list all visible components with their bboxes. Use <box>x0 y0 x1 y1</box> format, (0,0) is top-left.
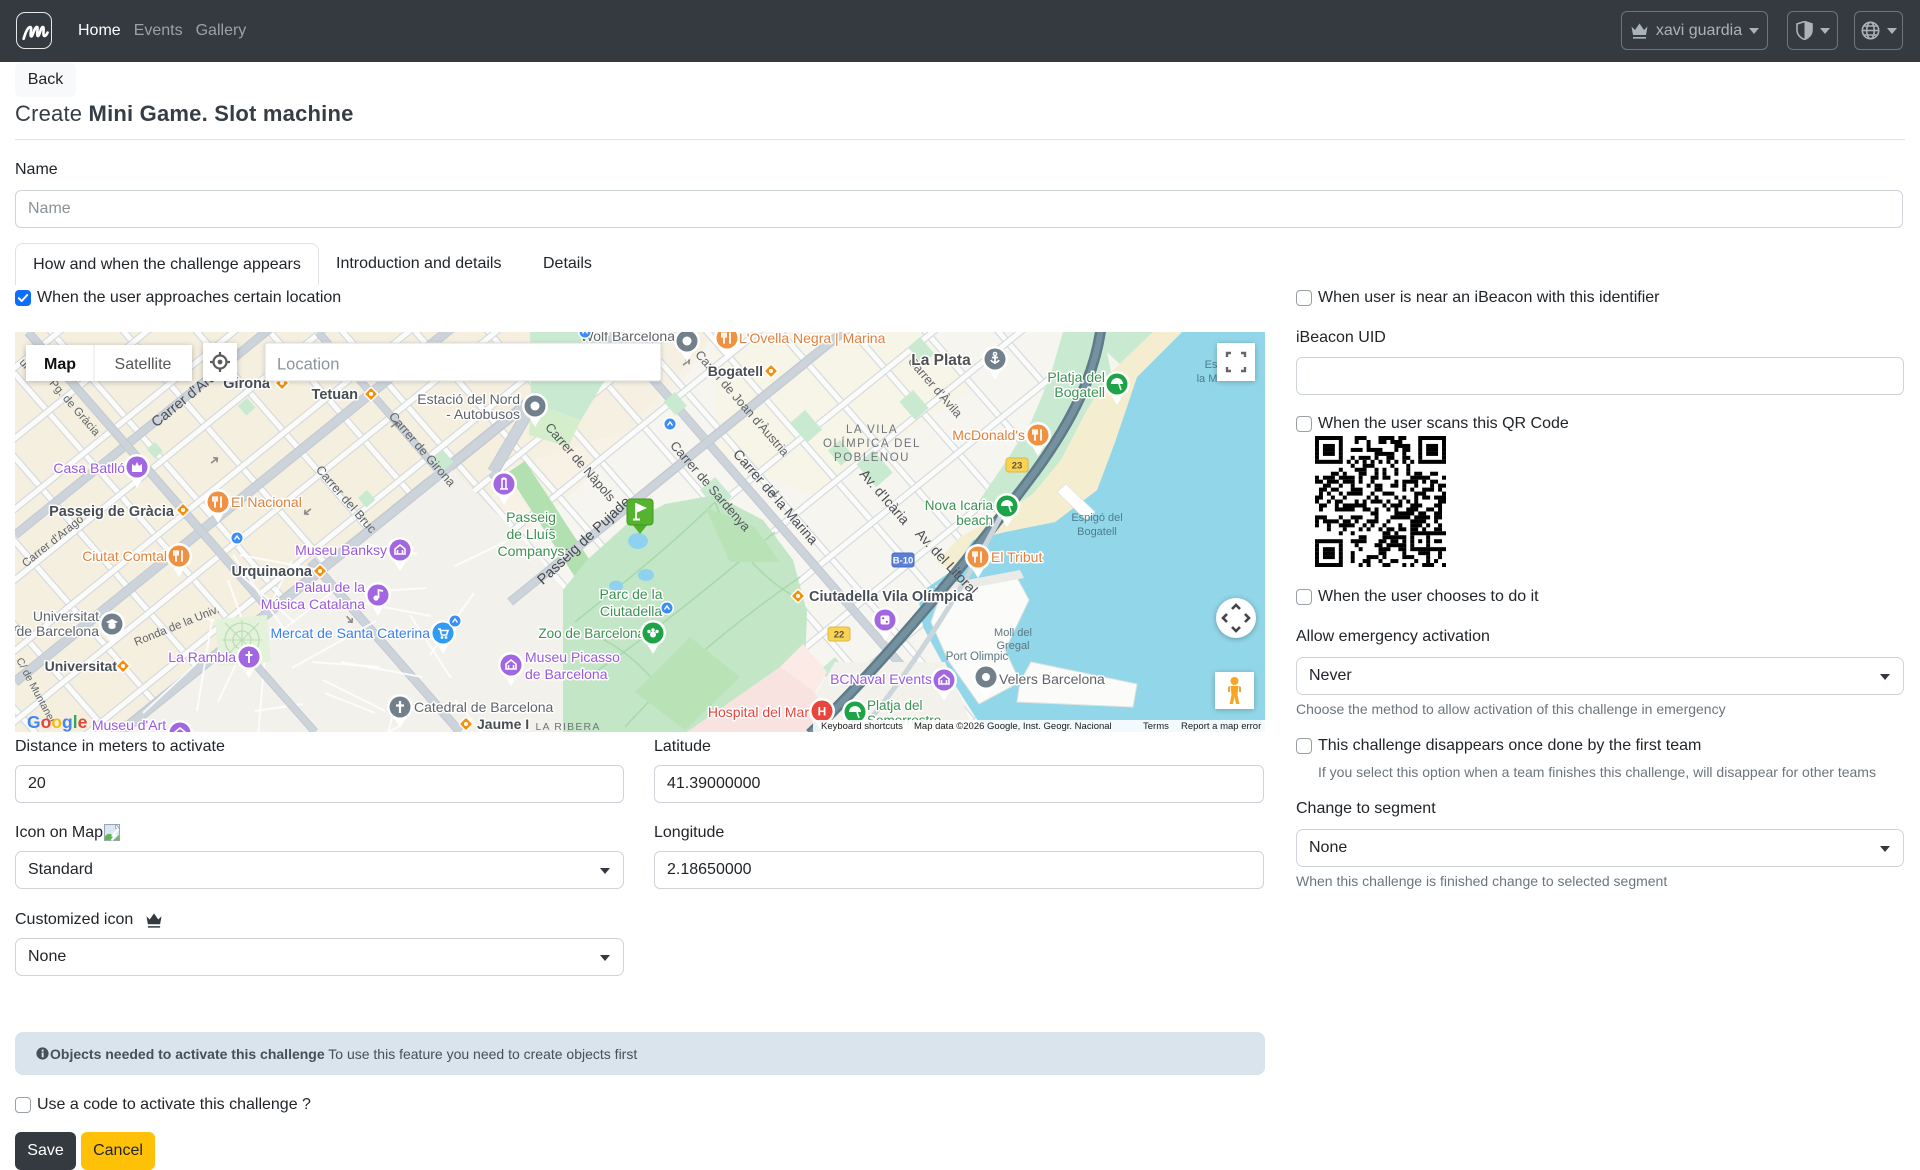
svg-text:Palau de la: Palau de la <box>295 579 365 595</box>
svg-text:Satellite: Satellite <box>115 356 172 373</box>
svg-text:Passeig de Gràcia: Passeig de Gràcia <box>49 504 175 520</box>
svg-text:Location: Location <box>277 356 339 374</box>
svg-text:Casa Batlló: Casa Batlló <box>53 460 125 476</box>
svg-text:Hospital del Mar: Hospital del Mar <box>708 704 809 720</box>
svg-text:Estació del Nord: Estació del Nord <box>417 391 520 407</box>
svg-text:Moll del: Moll del <box>994 627 1032 639</box>
svg-text:H: H <box>818 705 827 719</box>
svg-text:Velers Barcelona: Velers Barcelona <box>999 671 1105 687</box>
svg-text:La Rambla: La Rambla <box>168 649 236 665</box>
svg-text:Port Olimpic: Port Olimpic <box>946 651 1009 663</box>
svg-text:Map: Map <box>44 356 76 373</box>
svg-text:Zoo de Barcelona: Zoo de Barcelona <box>538 626 645 641</box>
svg-text:Bogatell: Bogatell <box>1054 384 1105 400</box>
svg-text:la M: la M <box>1197 373 1218 385</box>
svg-text:LA VILA: LA VILA <box>846 424 898 436</box>
svg-text:Museu Banksy: Museu Banksy <box>295 542 387 558</box>
svg-text:Tetuan: Tetuan <box>312 387 358 403</box>
svg-text:Bogatell: Bogatell <box>1077 526 1117 538</box>
svg-text:Wolf Barcelona: Wolf Barcelona <box>580 332 675 344</box>
svg-text:L'Ovella Negra | Marina: L'Ovella Negra | Marina <box>739 332 886 346</box>
svg-text:El Tribut: El Tribut <box>991 549 1042 565</box>
svg-text:beach: beach <box>956 513 993 528</box>
svg-text:Música Catalana: Música Catalana <box>261 596 365 612</box>
svg-text:POBLENOU: POBLENOU <box>834 452 910 464</box>
svg-text:Companys: Companys <box>498 543 565 559</box>
svg-text:de Barcelona: de Barcelona <box>525 666 608 682</box>
svg-text:Keyboard shortcuts: Keyboard shortcuts <box>821 721 903 732</box>
svg-text:Jaume I: Jaume I <box>477 716 529 732</box>
svg-text:22: 22 <box>834 630 845 641</box>
svg-text:Universitat: Universitat <box>45 658 118 674</box>
svg-text:OLÍMPICA DEL: OLÍMPICA DEL <box>823 437 921 450</box>
svg-text:BCNaval Events: BCNaval Events <box>830 671 932 687</box>
svg-text:de Barcelona: de Barcelona <box>16 623 99 639</box>
svg-text:Platja del: Platja del <box>1047 369 1105 385</box>
svg-text:Parc de la: Parc de la <box>599 586 662 602</box>
svg-text:Platja del: Platja del <box>867 698 923 713</box>
svg-text:Museu Picasso: Museu Picasso <box>525 649 620 665</box>
svg-text:- Autobusos: - Autobusos <box>446 406 520 422</box>
svg-text:Espigó del: Espigó del <box>1071 512 1122 524</box>
svg-text:B-10: B-10 <box>893 556 914 567</box>
svg-text:Google: Google <box>27 712 88 732</box>
svg-text:Es: Es <box>1205 359 1218 371</box>
svg-text:Urquinaona: Urquinaona <box>231 564 312 580</box>
svg-text:El Nacional: El Nacional <box>231 494 302 510</box>
svg-text:Bogatell: Bogatell <box>708 363 763 379</box>
svg-text:Terms: Terms <box>1143 721 1169 732</box>
svg-text:Museu d'Art: Museu d'Art <box>92 717 166 732</box>
svg-text:McDonald's: McDonald's <box>952 427 1025 443</box>
svg-text:23: 23 <box>1012 461 1023 472</box>
svg-text:Map data ©2026 Google, Inst. G: Map data ©2026 Google, Inst. Geogr. Naci… <box>914 721 1112 732</box>
svg-text:Mercat de Santa Caterina: Mercat de Santa Caterina <box>270 625 430 641</box>
svg-text:Ciutadella Vila Olímpica: Ciutadella Vila Olímpica <box>809 589 974 605</box>
svg-text:LA RIBERA: LA RIBERA <box>535 721 600 732</box>
svg-text:de Lluís: de Lluís <box>506 526 555 542</box>
svg-text:Report a map error: Report a map error <box>1181 721 1261 732</box>
svg-text:Ciutadella: Ciutadella <box>600 603 662 619</box>
svg-text:Passeig: Passeig <box>506 509 556 525</box>
svg-text:Universitat: Universitat <box>33 608 99 624</box>
svg-text:Catedral de Barcelona: Catedral de Barcelona <box>414 699 554 715</box>
svg-text:Nova Icaria: Nova Icaria <box>925 498 994 513</box>
svg-text:Ciutat Comtal: Ciutat Comtal <box>82 548 167 564</box>
svg-text:La Plata: La Plata <box>911 352 971 369</box>
